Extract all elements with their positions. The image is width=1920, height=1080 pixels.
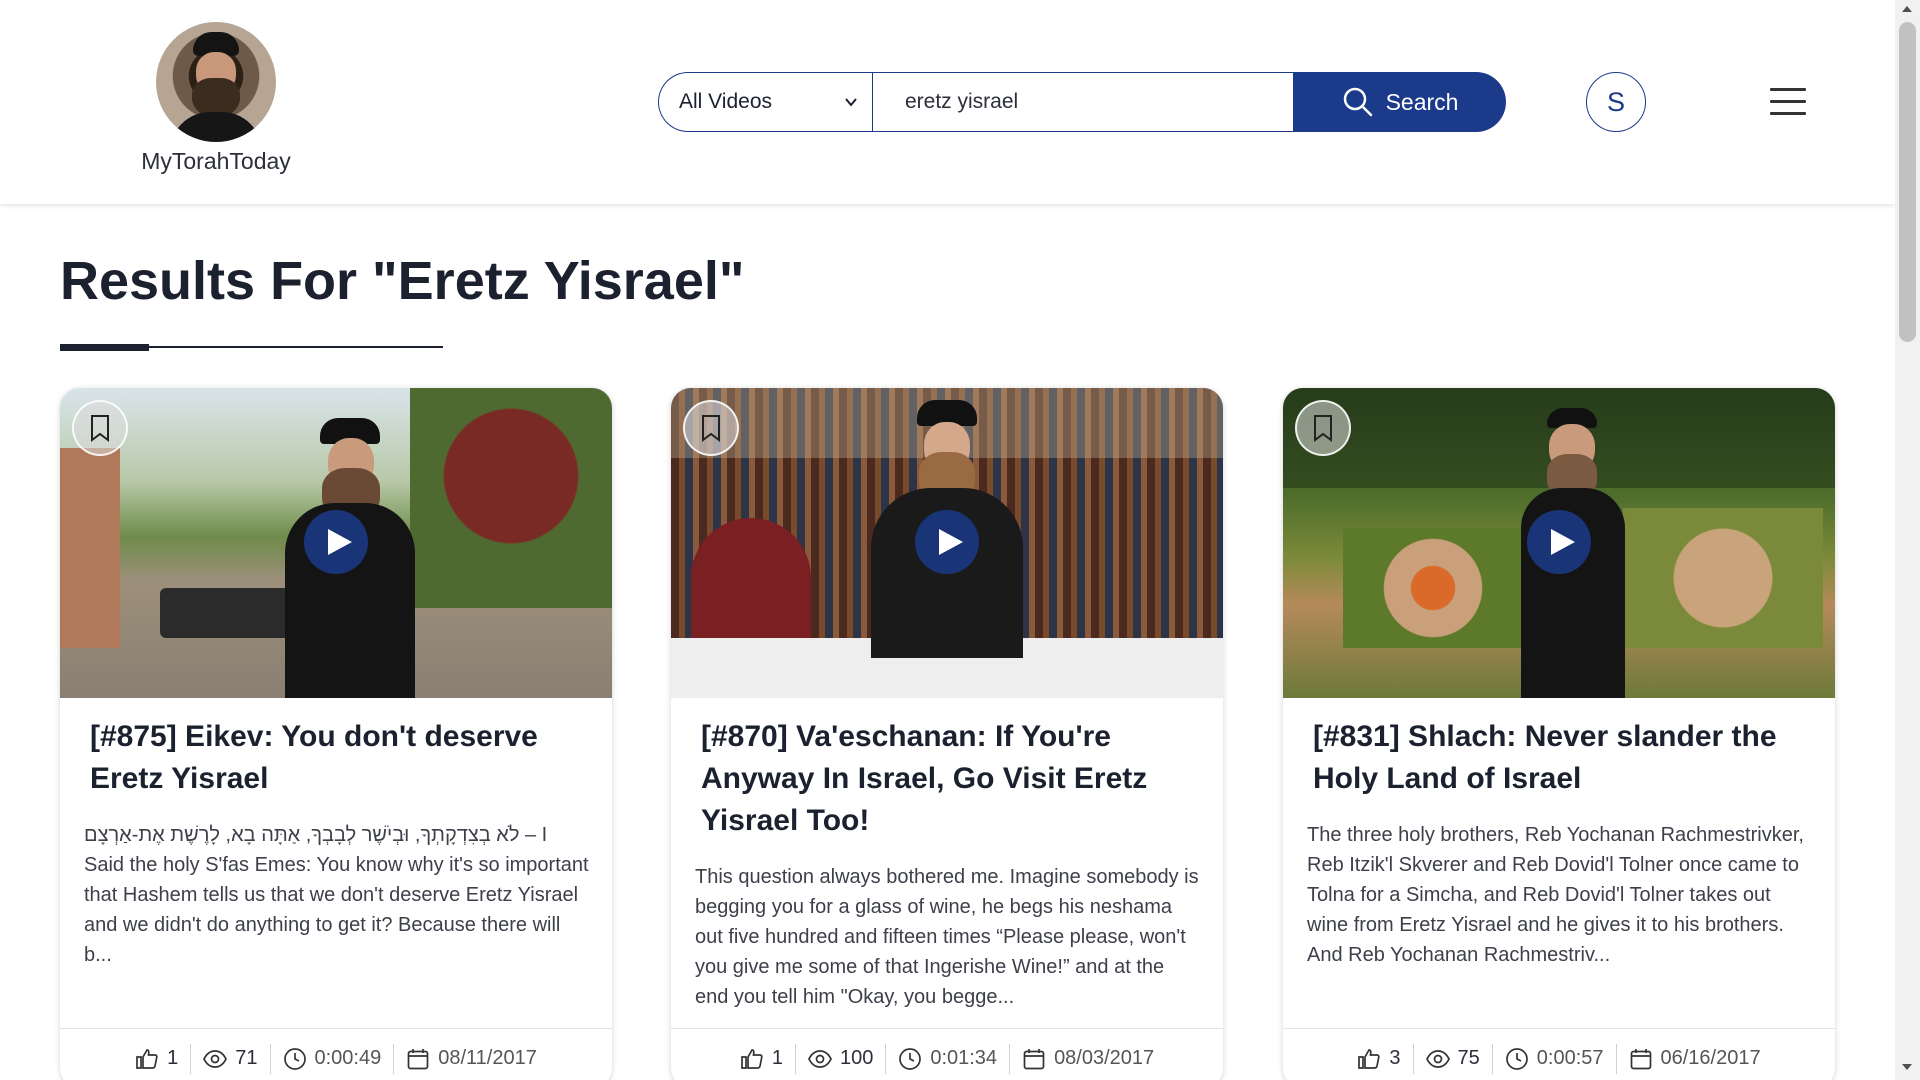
video-date: 08/11/2017 <box>438 1047 537 1069</box>
play-button[interactable] <box>1527 510 1591 574</box>
search-button-label: Search <box>1385 88 1459 115</box>
play-icon <box>938 529 963 555</box>
video-duration: 0:01:34 <box>930 1047 998 1069</box>
video-card[interactable]: [#870] Va'eschanan: If You're Anyway In … <box>671 388 1223 1080</box>
title-underline-accent <box>60 344 149 351</box>
video-thumbnail[interactable] <box>1283 388 1835 698</box>
likes-count: 1 <box>771 1047 783 1069</box>
bookmark-button[interactable] <box>1295 400 1351 456</box>
video-date: 06/16/2017 <box>1660 1047 1761 1069</box>
views-stat: 100 <box>796 1043 887 1074</box>
search-input[interactable]: eretz yisrael <box>872 72 1294 132</box>
likes-count: 1 <box>167 1047 179 1069</box>
chevron-down-icon <box>845 98 857 107</box>
calendar-icon <box>407 1048 429 1069</box>
video-filter-select[interactable]: All Videos <box>658 72 872 132</box>
site-logo[interactable]: MyTorahToday <box>136 22 296 175</box>
clock-icon <box>899 1047 922 1070</box>
video-title[interactable]: [#831] Shlach: Never slander the Holy La… <box>1313 716 1805 800</box>
calendar-icon <box>1023 1048 1045 1069</box>
search-bar: All Videos eretz yisrael Search <box>658 72 1506 132</box>
bookmark-icon <box>1314 415 1332 442</box>
scroll-up-arrow-icon[interactable] <box>1902 6 1912 12</box>
date-stat: 06/16/2017 <box>1617 1044 1773 1074</box>
video-thumbnail[interactable] <box>671 388 1223 698</box>
video-thumbnail[interactable] <box>60 388 612 698</box>
likes-count: 3 <box>1389 1047 1401 1069</box>
video-card[interactable]: [#831] Shlach: Never slander the Holy La… <box>1283 388 1835 1080</box>
date-stat: 08/11/2017 <box>394 1044 549 1074</box>
views-count: 71 <box>235 1047 258 1069</box>
date-stat: 08/03/2017 <box>1010 1044 1166 1074</box>
duration-stat: 0:00:57 <box>1493 1043 1617 1074</box>
search-button[interactable]: Search <box>1294 72 1506 132</box>
duration-stat: 0:01:34 <box>886 1043 1011 1074</box>
likes-stat[interactable]: 3 <box>1345 1043 1414 1074</box>
clock-icon <box>283 1047 306 1070</box>
views-stat: 75 <box>1414 1043 1493 1074</box>
thumbs-up-icon <box>136 1048 158 1069</box>
play-icon <box>1550 529 1575 555</box>
user-account-button[interactable]: S <box>1586 72 1646 132</box>
eye-icon <box>808 1049 832 1068</box>
video-stats: 1 71 0:00:49 08/11/2017 <box>60 1028 612 1080</box>
page-scrollbar[interactable] <box>1895 0 1920 1080</box>
likes-stat[interactable]: 1 <box>123 1043 192 1074</box>
thumbs-up-icon <box>1358 1048 1381 1069</box>
scroll-down-arrow-icon[interactable] <box>1902 1064 1912 1070</box>
video-date: 08/03/2017 <box>1054 1047 1155 1069</box>
thumbs-up-icon <box>740 1048 763 1069</box>
site-header: MyTorahToday All Videos eretz yisrael Se… <box>0 0 1895 204</box>
video-description: The three holy brothers, Reb Yochanan Ra… <box>1307 824 1804 966</box>
page-title: Results For "Eretz Yisrael" <box>60 251 745 311</box>
video-duration: 0:00:49 <box>314 1047 382 1069</box>
calendar-icon <box>1630 1048 1651 1069</box>
video-duration: 0:00:57 <box>1536 1047 1604 1069</box>
video-description: This question always bothered me. Imagin… <box>695 866 1199 1008</box>
clock-icon <box>1505 1047 1528 1070</box>
logo-avatar <box>156 22 276 142</box>
video-stats: 1 100 0:01:34 08/03/2017 <box>671 1028 1223 1080</box>
play-icon <box>327 529 352 555</box>
views-count: 75 <box>1457 1047 1480 1069</box>
video-card[interactable]: [#875] Eikev: You don't deserve Eretz Yi… <box>60 388 612 1080</box>
views-count: 100 <box>839 1047 874 1069</box>
bookmark-button[interactable] <box>72 400 128 456</box>
bookmark-icon <box>91 415 109 442</box>
likes-stat[interactable]: 1 <box>728 1043 796 1074</box>
search-icon <box>1343 87 1372 117</box>
bookmark-icon <box>702 415 720 442</box>
views-stat: 71 <box>191 1043 271 1074</box>
play-button[interactable] <box>304 510 368 574</box>
bookmark-button[interactable] <box>683 400 739 456</box>
video-title[interactable]: [#875] Eikev: You don't deserve Eretz Yi… <box>90 716 582 800</box>
hamburger-menu-icon[interactable] <box>1770 88 1806 116</box>
scrollbar-thumb[interactable] <box>1899 22 1916 342</box>
video-stats: 3 75 0:00:57 06/16/2017 <box>1283 1028 1835 1080</box>
duration-stat: 0:00:49 <box>271 1043 395 1074</box>
filter-selected-value: All Videos <box>679 90 773 113</box>
play-button[interactable] <box>915 510 979 574</box>
video-description: לֹא בְצִדְקָתְךָ, וּבְיֹשֶׁר לְבָבְךָ, א… <box>84 824 589 966</box>
eye-icon <box>1425 1049 1450 1068</box>
video-title[interactable]: [#870] Va'eschanan: If You're Anyway In … <box>701 716 1193 842</box>
eye-icon <box>203 1049 228 1068</box>
logo-text: MyTorahToday <box>141 148 291 174</box>
